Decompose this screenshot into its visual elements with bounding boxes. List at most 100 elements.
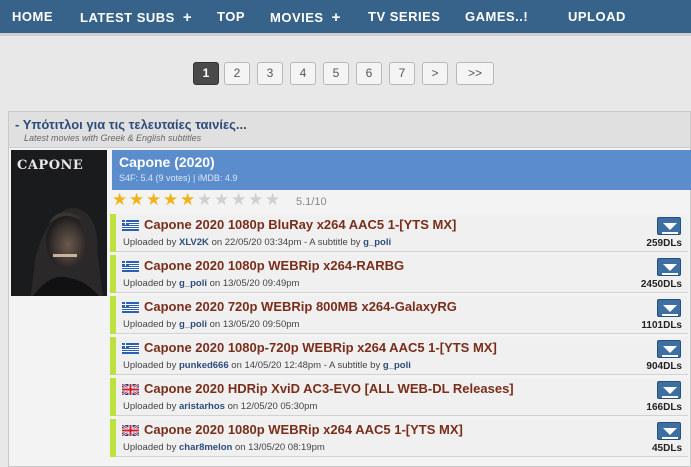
download-arrow-icon[interactable] bbox=[657, 299, 681, 317]
star-icon[interactable]: ★ bbox=[214, 191, 230, 208]
movie-header[interactable]: Capone (2020) S4F: 5.4 (9 votes) | iMDB:… bbox=[112, 150, 691, 190]
page-1-button[interactable]: 1 bbox=[193, 62, 219, 85]
subtitle-row[interactable]: Capone 2020 1080p WEBRip x264-RARBG Uplo… bbox=[110, 255, 688, 293]
panel-subtitle: Latest movies with Greek & English subti… bbox=[24, 133, 202, 143]
subtitle-row[interactable]: Capone 2020 1080p-720p WEBRip x264 AAC5 … bbox=[110, 337, 688, 375]
uploader-link[interactable]: char8melon bbox=[179, 442, 232, 453]
author-link[interactable]: g_poli bbox=[383, 360, 411, 371]
nav-games[interactable]: GAMES..! bbox=[465, 9, 528, 24]
subtitle-title[interactable]: Capone 2020 HDRip XviD AC3-EVO [ALL WEB-… bbox=[144, 381, 514, 396]
poster-title: CAPONE bbox=[17, 158, 84, 173]
subtitle-title[interactable]: Capone 2020 1080p WEBRip x264-RARBG bbox=[144, 258, 404, 273]
greek-flag-icon bbox=[122, 261, 139, 272]
uploader-link[interactable]: aristarhos bbox=[179, 401, 225, 412]
uploader-link[interactable]: g_poli bbox=[179, 278, 207, 289]
star-icon[interactable]: ★ bbox=[163, 191, 179, 208]
nav-top[interactable]: TOP bbox=[217, 9, 245, 24]
movie-poster[interactable]: CAPONE bbox=[11, 150, 107, 296]
page-2-button[interactable]: 2 bbox=[224, 62, 250, 85]
star-icon[interactable]: ★ bbox=[265, 191, 281, 208]
nav-games-label: GAMES..! bbox=[465, 9, 529, 24]
nav-tv-series[interactable]: TV SERIES bbox=[368, 9, 440, 24]
page-5-button[interactable]: 5 bbox=[323, 62, 349, 85]
upload-info: Uploaded by char8melon on 13/05/20 08:19… bbox=[123, 442, 325, 453]
upload-info: Uploaded by g_poli on 13/05/20 09:50pm bbox=[123, 319, 299, 330]
upload-date: on 13/05/20 09:49pm bbox=[209, 278, 300, 289]
download-arrow-icon[interactable] bbox=[657, 258, 681, 276]
star-icon[interactable]: ★ bbox=[248, 191, 264, 208]
nav-movies-label: MOVIES bbox=[270, 10, 324, 25]
uk-flag-icon bbox=[122, 384, 139, 395]
last-page-button[interactable]: >> bbox=[456, 62, 494, 85]
greek-flag-icon bbox=[122, 302, 139, 313]
star-icon[interactable]: ★ bbox=[180, 191, 196, 208]
download-count: 259DLs bbox=[646, 238, 682, 249]
uploader-link[interactable]: g_poli bbox=[179, 319, 207, 330]
upload-prefix: Uploaded by bbox=[123, 237, 177, 248]
star-icon[interactable]: ★ bbox=[129, 191, 145, 208]
download-count: 45DLs bbox=[651, 443, 682, 454]
rating-value: 5.1/10 bbox=[296, 196, 327, 208]
subtitle-row-body: Capone 2020 1080p WEBRip x264-RARBG Uplo… bbox=[116, 255, 688, 293]
upload-date: on 13/05/20 08:19pm bbox=[234, 442, 325, 453]
greek-flag-icon bbox=[122, 343, 139, 354]
download-arrow-icon[interactable] bbox=[657, 422, 681, 440]
page-3-button[interactable]: 3 bbox=[257, 62, 283, 85]
upload-info: Uploaded by aristarhos on 12/05/20 05:30… bbox=[123, 401, 317, 412]
nav-tv-series-label: TV SERIES bbox=[368, 9, 441, 24]
upload-date: on 13/05/20 09:50pm bbox=[209, 319, 300, 330]
nav-movies[interactable]: MOVIES + bbox=[270, 9, 341, 26]
upload-prefix: Uploaded by bbox=[123, 442, 177, 453]
page-4-button[interactable]: 4 bbox=[290, 62, 316, 85]
movie-scores: S4F: 5.4 (9 votes) | iMDB: 4.9 bbox=[119, 173, 238, 183]
nav-home-label: HOME bbox=[12, 9, 53, 24]
subtitle-row-body: Capone 2020 HDRip XviD AC3-EVO [ALL WEB-… bbox=[116, 378, 688, 416]
panel-title: - Υπότιτλοι για τις τελευταίες ταινίες..… bbox=[15, 117, 247, 132]
upload-prefix: Uploaded by bbox=[123, 319, 177, 330]
download-arrow-icon[interactable] bbox=[657, 381, 681, 399]
upload-date: on 12/05/20 05:30pm bbox=[227, 401, 318, 412]
next-page-button[interactable]: > bbox=[422, 62, 448, 85]
subtitle-title[interactable]: Capone 2020 1080p-720p WEBRip x264 AAC5 … bbox=[144, 340, 497, 355]
subtitle-row[interactable]: Capone 2020 1080p WEBRip x264 AAC5 1-[YT… bbox=[110, 419, 688, 457]
star-icon[interactable]: ★ bbox=[231, 191, 247, 208]
subtitle-row-body: Capone 2020 1080p-720p WEBRip x264 AAC5 … bbox=[116, 337, 688, 375]
nav-home[interactable]: HOME bbox=[12, 9, 53, 24]
uk-flag-icon bbox=[122, 425, 139, 436]
star-icon[interactable]: ★ bbox=[197, 191, 213, 208]
subtitle-title[interactable]: Capone 2020 1080p BluRay x264 AAC5 1-[YT… bbox=[144, 217, 456, 232]
uploader-link[interactable]: punked666 bbox=[179, 360, 229, 371]
upload-date: on 22/05/20 03:34pm - A subtitle by bbox=[211, 237, 361, 248]
plus-icon: + bbox=[331, 9, 341, 26]
subtitle-row[interactable]: Capone 2020 HDRip XviD AC3-EVO [ALL WEB-… bbox=[110, 378, 688, 416]
latest-movies-panel: - Υπότιτλοι για τις τελευταίες ταινίες..… bbox=[8, 111, 691, 467]
nav-latest-subs[interactable]: LATEST SUBS + bbox=[80, 9, 192, 26]
upload-info: Uploaded by punked666 on 14/05/20 12:48p… bbox=[123, 360, 411, 371]
page-6-button[interactable]: 6 bbox=[356, 62, 382, 85]
subtitle-row-body: Capone 2020 720p WEBRip 800MB x264-Galax… bbox=[116, 296, 688, 334]
nav-divider bbox=[0, 33, 691, 36]
subtitle-row-body: Capone 2020 1080p BluRay x264 AAC5 1-[YT… bbox=[116, 214, 688, 252]
uploader-link[interactable]: XLV2K bbox=[179, 237, 209, 248]
upload-info: Uploaded by XLV2K on 22/05/20 03:34pm - … bbox=[123, 237, 391, 248]
subtitle-title[interactable]: Capone 2020 1080p WEBRip x264 AAC5 1-[YT… bbox=[144, 422, 463, 437]
upload-prefix: Uploaded by bbox=[123, 401, 177, 412]
nav-latest-subs-label: LATEST SUBS bbox=[80, 10, 175, 25]
nav-top-label: TOP bbox=[217, 9, 245, 24]
subtitle-row[interactable]: Capone 2020 720p WEBRip 800MB x264-Galax… bbox=[110, 296, 688, 334]
subtitle-row-body: Capone 2020 1080p WEBRip x264 AAC5 1-[YT… bbox=[116, 419, 688, 457]
nav-upload-label: UPLOAD bbox=[568, 9, 626, 24]
download-arrow-icon[interactable] bbox=[657, 217, 681, 235]
download-arrow-icon[interactable] bbox=[657, 340, 681, 358]
panel-header: - Υπότιτλοι για τις τελευταίες ταινίες..… bbox=[9, 112, 690, 148]
subtitle-row[interactable]: Capone 2020 1080p BluRay x264 AAC5 1-[YT… bbox=[110, 214, 688, 252]
page-7-button[interactable]: 7 bbox=[389, 62, 415, 85]
movie-title[interactable]: Capone (2020) bbox=[119, 154, 215, 170]
subtitle-title[interactable]: Capone 2020 720p WEBRip 800MB x264-Galax… bbox=[144, 299, 457, 314]
author-link[interactable]: g_poli bbox=[363, 237, 391, 248]
star-icon[interactable]: ★ bbox=[146, 191, 162, 208]
upload-prefix: Uploaded by bbox=[123, 360, 177, 371]
nav-upload[interactable]: UPLOAD bbox=[568, 9, 626, 24]
star-icon[interactable]: ★ bbox=[112, 191, 128, 208]
top-navigation: HOME LATEST SUBS + TOP MOVIES + TV SERIES … bbox=[0, 0, 691, 33]
